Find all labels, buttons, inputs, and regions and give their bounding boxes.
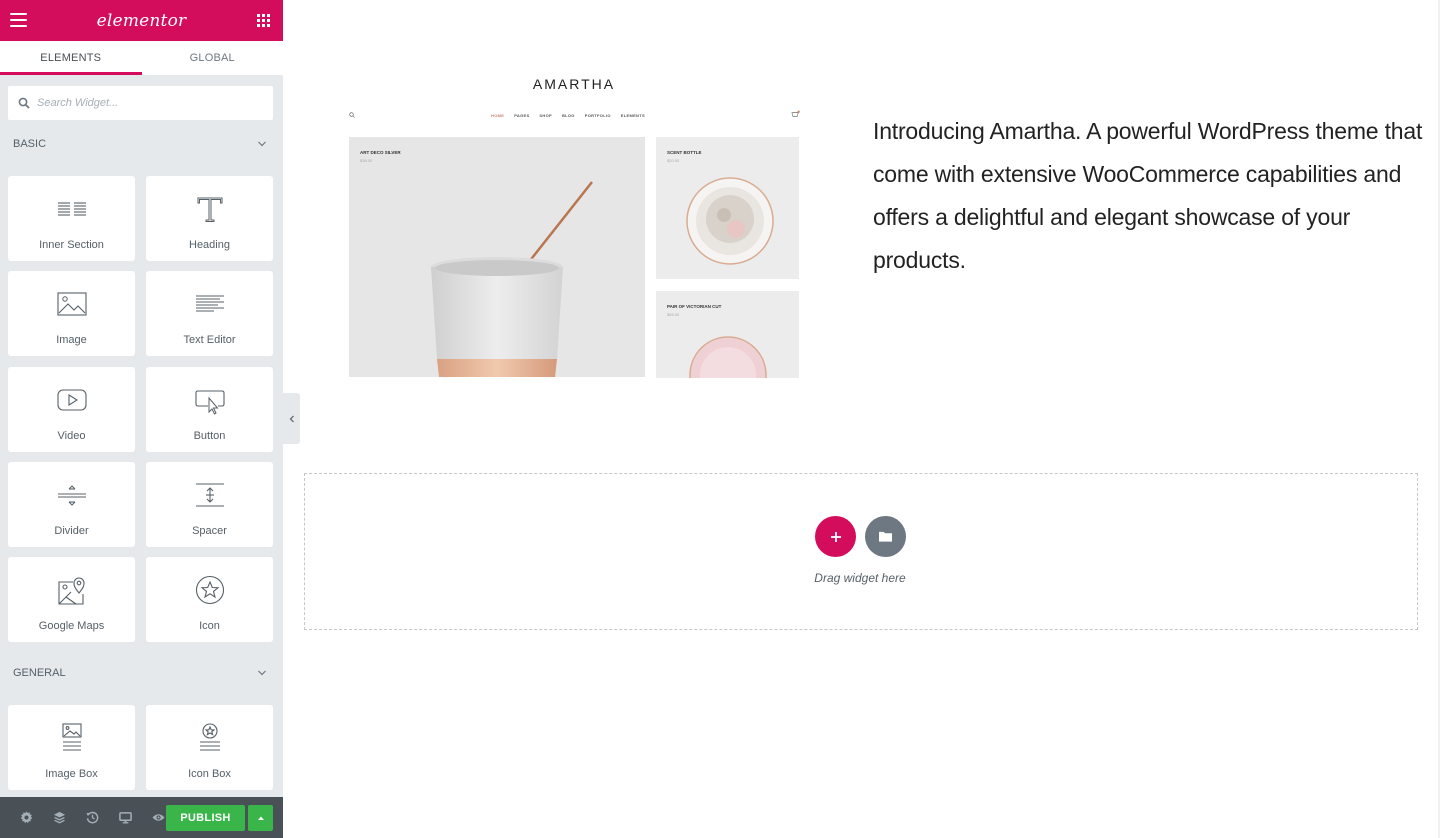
- widget-heading[interactable]: Heading: [146, 176, 273, 261]
- category-general-label: GENERAL: [13, 667, 66, 679]
- video-icon: [54, 384, 90, 416]
- mockup-nav-item: PORTFOLIO: [584, 113, 611, 118]
- mockup-nav-item: ELEMENTS: [620, 113, 645, 118]
- widget-image[interactable]: Image: [8, 271, 135, 356]
- icon-box-icon: [192, 722, 228, 754]
- heading-icon: [192, 193, 228, 225]
- category-general[interactable]: GENERAL: [0, 663, 283, 683]
- add-template-button[interactable]: [865, 516, 906, 557]
- star-icon: [192, 574, 228, 606]
- publish-button[interactable]: PUBLISH: [166, 805, 245, 831]
- widget-label: Icon Box: [188, 768, 231, 780]
- spacer-icon: [192, 479, 228, 511]
- widget-label: Text Editor: [183, 334, 236, 346]
- image-icon: [54, 288, 90, 320]
- caret-up-icon: [257, 816, 264, 820]
- product-card: PAIR OF VICTORIAN CUT $55.00: [656, 291, 799, 378]
- scent-bowl-illustration: [686, 177, 774, 265]
- add-section-button[interactable]: [815, 516, 856, 557]
- settings-icon[interactable]: [9, 797, 43, 838]
- plus-icon: [830, 531, 841, 542]
- widget-label: Divider: [54, 525, 89, 537]
- mockup-nav-item: SHOP: [539, 113, 552, 118]
- widget-google-maps[interactable]: Google Maps: [8, 557, 135, 642]
- tab-elements[interactable]: ELEMENTS: [0, 41, 142, 75]
- chevron-down-icon: [258, 670, 266, 676]
- elementor-logo: elementor: [96, 10, 187, 31]
- widget-image-box[interactable]: Image Box: [8, 705, 135, 790]
- widgets-grid-icon[interactable]: [257, 14, 270, 27]
- mockup-nav-item: BLOG: [561, 113, 575, 118]
- widget-divider[interactable]: Divider: [8, 462, 135, 547]
- panel-footer: PUBLISH: [0, 797, 283, 838]
- widget-spacer[interactable]: Spacer: [146, 462, 273, 547]
- widget-label: Spacer: [192, 525, 227, 537]
- folder-icon: [879, 531, 892, 542]
- menu-icon[interactable]: [10, 13, 27, 27]
- inner-section-icon: [54, 193, 90, 225]
- marble-cup-illustration: [431, 181, 593, 377]
- search-widget-box: [8, 86, 273, 120]
- widget-label: Heading: [189, 239, 230, 251]
- mockup-cart-icon: [791, 110, 800, 117]
- widget-label: Button: [193, 430, 226, 442]
- google-maps-icon: [54, 574, 90, 606]
- empty-section-dropzone[interactable]: [304, 473, 1418, 630]
- search-icon: [18, 97, 30, 109]
- divider-icon: [54, 479, 90, 511]
- mockup-brand: AMARTHA: [532, 76, 616, 92]
- drag-widget-hint: Drag widget here: [814, 571, 906, 585]
- image-box-icon: [54, 722, 90, 754]
- pink-dish-illustration: [689, 336, 767, 378]
- widget-label: Image Box: [45, 768, 98, 780]
- elementor-panel: elementor ELEMENTS GLOBAL BASIC Inner Se…: [0, 0, 283, 838]
- responsive-desktop-icon[interactable]: [108, 797, 142, 838]
- widget-inner-section[interactable]: Inner Section: [8, 176, 135, 261]
- history-icon[interactable]: [75, 797, 109, 838]
- widget-label: Google Maps: [38, 620, 105, 632]
- panel-tabs: ELEMENTS GLOBAL: [0, 41, 283, 75]
- category-basic[interactable]: BASIC: [0, 134, 283, 154]
- widget-label: Image: [56, 334, 87, 346]
- mockup-nav: HOME PAGES SHOP BLOG PORTFOLIO ELEMENTS: [491, 113, 645, 118]
- widget-label: Icon: [199, 620, 220, 632]
- widget-icon[interactable]: Icon: [146, 557, 273, 642]
- widget-text-editor[interactable]: Text Editor: [146, 271, 273, 356]
- chevron-down-icon: [258, 141, 266, 147]
- widget-icon-box[interactable]: Icon Box: [146, 705, 273, 790]
- panel-header: elementor: [0, 0, 283, 41]
- intro-text[interactable]: Introducing Amartha. A powerful WordPres…: [873, 110, 1433, 282]
- button-icon: [192, 384, 228, 416]
- mockup-nav-item: HOME: [491, 113, 505, 118]
- category-basic-label: BASIC: [13, 138, 47, 150]
- widget-video[interactable]: Video: [8, 367, 135, 452]
- mockup-nav-item: PAGES: [514, 113, 530, 118]
- search-input[interactable]: [37, 97, 257, 109]
- product-card: ART DECO SILVER $38.00: [349, 137, 645, 377]
- mockup-search-icon: [349, 112, 355, 118]
- widget-label: Video: [57, 430, 86, 442]
- widget-label: Inner Section: [39, 239, 104, 251]
- navigator-layers-icon[interactable]: [42, 797, 76, 838]
- collapse-panel-toggle[interactable]: [283, 393, 300, 444]
- tab-global[interactable]: GLOBAL: [142, 41, 284, 75]
- theme-preview-image: AMARTHA HOME PAGES SHOP BLOG PORTFOLIO E…: [341, 70, 807, 380]
- chevron-left-icon: [289, 415, 294, 422]
- product-card: SCENT BOTTLE $20.00: [656, 137, 799, 279]
- text-editor-icon: [192, 288, 228, 320]
- widget-button[interactable]: Button: [146, 367, 273, 452]
- publish-options-button[interactable]: [248, 805, 273, 831]
